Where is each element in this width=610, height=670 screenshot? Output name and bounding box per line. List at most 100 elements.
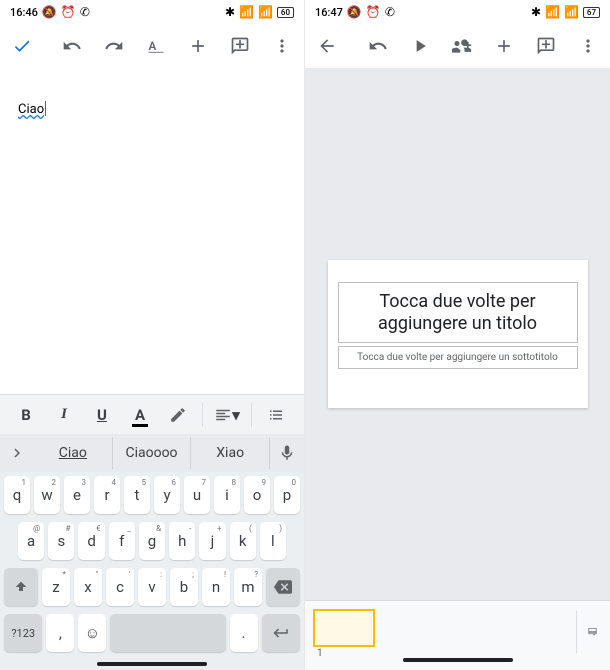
key-r[interactable]: r4 bbox=[94, 476, 120, 514]
comma-key[interactable]: , bbox=[46, 614, 74, 652]
bold-button[interactable]: B bbox=[8, 399, 44, 431]
home-indicator[interactable] bbox=[403, 658, 513, 662]
key-p[interactable]: p0 bbox=[274, 476, 300, 514]
share-button[interactable] bbox=[452, 36, 472, 56]
enter-key[interactable] bbox=[262, 614, 300, 652]
bluetooth-icon: ✱ bbox=[225, 5, 235, 19]
key-q[interactable]: q1 bbox=[4, 476, 30, 514]
key-b[interactable]: b; bbox=[170, 568, 198, 606]
expand-suggestions-button[interactable] bbox=[0, 444, 34, 462]
divider bbox=[251, 403, 252, 427]
align-button[interactable]: ▾ bbox=[209, 399, 245, 431]
slides-screen: 16:47 🔕 ⏰ ✆ ✱ 📶 📶 67 Tocca due volte per… bbox=[305, 0, 610, 670]
key-u[interactable]: u7 bbox=[184, 476, 210, 514]
docs-toolbar: A bbox=[0, 24, 304, 68]
subtitle-placeholder[interactable]: Tocca due volte per aggiungere un sottot… bbox=[338, 346, 578, 369]
comment-button[interactable] bbox=[536, 36, 556, 56]
emoji-key[interactable]: ☺ bbox=[78, 614, 106, 652]
key-t[interactable]: t5 bbox=[124, 476, 150, 514]
key-a[interactable]: a@ bbox=[18, 522, 44, 560]
status-time: 16:47 bbox=[315, 6, 343, 19]
document-canvas[interactable]: Ciao bbox=[0, 68, 304, 394]
slide-canvas[interactable]: Tocca due volte per aggiungere un titolo… bbox=[305, 68, 610, 600]
key-z[interactable]: z* bbox=[42, 568, 70, 606]
back-button[interactable] bbox=[317, 36, 337, 56]
suggestion-3[interactable]: Xiao bbox=[191, 437, 270, 469]
text-cursor bbox=[45, 101, 46, 116]
key-s[interactable]: s# bbox=[48, 522, 74, 560]
home-indicator[interactable] bbox=[97, 662, 207, 666]
battery-indicator: 60 bbox=[277, 7, 294, 18]
key-g[interactable]: g& bbox=[139, 522, 165, 560]
suggestion-1[interactable]: Ciao bbox=[34, 437, 113, 469]
whatsapp-icon: ✆ bbox=[80, 5, 90, 19]
slide[interactable]: Tocca due volte per aggiungere un titolo… bbox=[328, 260, 588, 408]
list-button[interactable] bbox=[258, 399, 294, 431]
redo-button[interactable] bbox=[104, 36, 124, 56]
suggestion-bar: Ciao Ciaoooo Xiao bbox=[0, 434, 304, 472]
dnd-icon: 🔕 bbox=[347, 5, 362, 19]
status-bar: 16:47 🔕 ⏰ ✆ ✱ 📶 📶 67 bbox=[305, 0, 610, 24]
add-slide-button[interactable] bbox=[576, 611, 598, 653]
key-j[interactable]: j+ bbox=[199, 522, 225, 560]
key-k[interactable]: k( bbox=[230, 522, 256, 560]
key-c[interactable]: c' bbox=[106, 568, 134, 606]
status-bar: 16:46 🔕 ⏰ ✆ ✱ 📶 📶 60 bbox=[0, 0, 304, 24]
whatsapp-icon: ✆ bbox=[385, 5, 395, 19]
voice-input-button[interactable] bbox=[270, 444, 304, 462]
key-w[interactable]: w2 bbox=[34, 476, 60, 514]
key-h[interactable]: h- bbox=[169, 522, 195, 560]
insert-button[interactable] bbox=[494, 36, 514, 56]
document-text[interactable]: Ciao bbox=[18, 102, 44, 117]
thumbnail-strip: 1 bbox=[305, 600, 610, 670]
period-key[interactable]: . bbox=[230, 614, 258, 652]
symbols-key[interactable]: ?123 bbox=[4, 614, 42, 652]
thumbnail-number: 1 bbox=[317, 648, 323, 659]
signal-icon: 📶 bbox=[239, 5, 254, 19]
slide-thumbnail[interactable]: 1 bbox=[313, 609, 375, 647]
wifi-icon: 📶 bbox=[258, 5, 273, 19]
done-button[interactable] bbox=[12, 36, 32, 56]
present-button[interactable] bbox=[410, 36, 430, 56]
undo-button[interactable] bbox=[368, 36, 388, 56]
key-x[interactable]: x" bbox=[74, 568, 102, 606]
underline-button[interactable]: U bbox=[84, 399, 120, 431]
svg-text:A: A bbox=[149, 39, 157, 53]
title-placeholder[interactable]: Tocca due volte per aggiungere un titolo bbox=[338, 282, 578, 343]
insert-button[interactable] bbox=[188, 36, 208, 56]
space-key[interactable] bbox=[110, 614, 225, 652]
format-toolbar: B I U A ▾ bbox=[0, 394, 304, 434]
more-button[interactable] bbox=[272, 36, 292, 56]
suggestion-2[interactable]: Ciaoooo bbox=[113, 437, 192, 469]
key-v[interactable]: v: bbox=[138, 568, 166, 606]
shift-key[interactable] bbox=[4, 568, 38, 606]
undo-button[interactable] bbox=[62, 36, 82, 56]
text-color-button[interactable]: A bbox=[122, 399, 158, 431]
italic-button[interactable]: I bbox=[46, 399, 82, 431]
signal-icon: 📶 bbox=[545, 5, 560, 19]
key-l[interactable]: l) bbox=[260, 522, 286, 560]
key-f[interactable]: f_ bbox=[109, 522, 135, 560]
key-o[interactable]: o9 bbox=[244, 476, 270, 514]
docs-screen: 16:46 🔕 ⏰ ✆ ✱ 📶 📶 60 A Ciao B I U bbox=[0, 0, 305, 670]
dnd-icon: 🔕 bbox=[42, 5, 57, 19]
comment-button[interactable] bbox=[230, 36, 250, 56]
key-y[interactable]: y6 bbox=[154, 476, 180, 514]
status-time: 16:46 bbox=[10, 6, 38, 19]
bluetooth-icon: ✱ bbox=[531, 5, 541, 19]
highlight-button[interactable] bbox=[160, 399, 196, 431]
more-button[interactable] bbox=[578, 36, 598, 56]
backspace-key[interactable] bbox=[266, 568, 300, 606]
key-i[interactable]: i8 bbox=[214, 476, 240, 514]
alarm-icon: ⏰ bbox=[61, 5, 76, 19]
slides-toolbar bbox=[305, 24, 610, 68]
key-e[interactable]: e3 bbox=[64, 476, 90, 514]
alarm-icon: ⏰ bbox=[366, 5, 381, 19]
format-button[interactable]: A bbox=[146, 36, 166, 56]
keyboard: q1w2e3r4t5y6u7i8o9p0 a@s#d€f_g&h-j+k(l) … bbox=[0, 472, 304, 670]
key-d[interactable]: d€ bbox=[78, 522, 104, 560]
key-m[interactable]: m? bbox=[234, 568, 262, 606]
key-n[interactable]: n! bbox=[202, 568, 230, 606]
divider bbox=[202, 403, 203, 427]
battery-indicator: 67 bbox=[583, 7, 600, 18]
